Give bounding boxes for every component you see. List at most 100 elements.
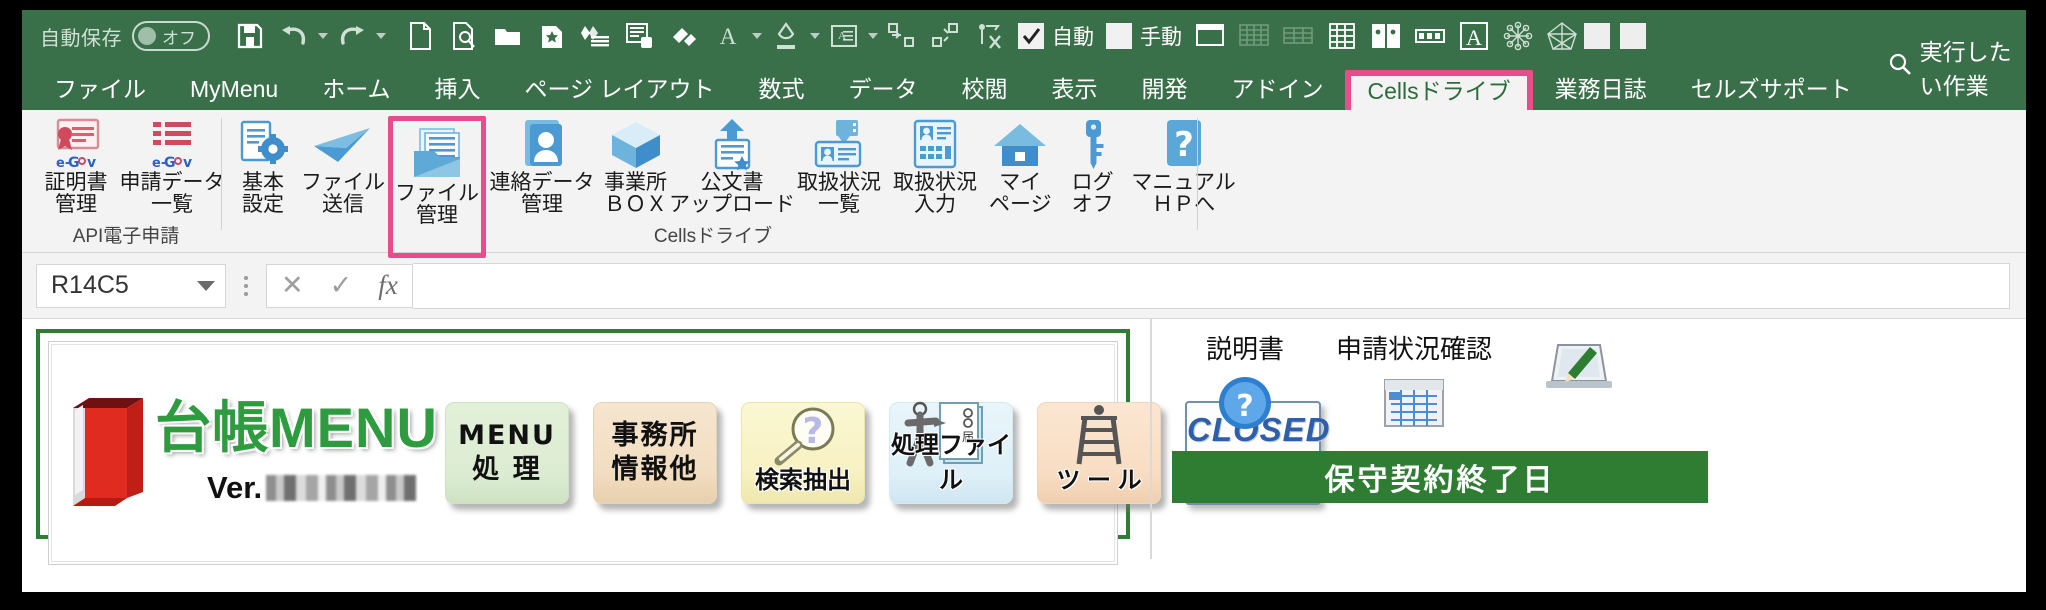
- font-color-dropdown-icon[interactable]: [750, 16, 764, 56]
- ribbon-body: e- G v 証明書 管理 e- G v 申請データ 一覧 API電子申請 基本…: [22, 110, 2026, 258]
- redo-dropdown-icon[interactable]: [374, 16, 388, 56]
- formula-bar-handle[interactable]: [226, 275, 266, 296]
- ribbon-button-label-line1: ログ: [1071, 171, 1114, 194]
- table-light-icon[interactable]: [1276, 16, 1320, 56]
- calculation-manual-option[interactable]: 手動: [1106, 21, 1182, 51]
- home-icon: [991, 118, 1049, 172]
- undo-icon[interactable]: [272, 16, 316, 56]
- sort-filter-icon[interactable]: [968, 16, 1012, 56]
- window-frame-bottom: [0, 592, 2046, 610]
- menu-button-search-extract[interactable]: ? 検索抽出: [741, 402, 865, 504]
- ribbon-button-basic-settings[interactable]: 基本 設定: [228, 116, 298, 216]
- check-icon[interactable]: ✓: [330, 272, 353, 299]
- fill-color-icon[interactable]: [764, 16, 808, 56]
- tab-home[interactable]: ホーム: [300, 72, 412, 110]
- name-box[interactable]: R14C5: [36, 263, 226, 308]
- ribbon-button-status-input[interactable]: 取扱状況 入力: [887, 116, 983, 216]
- status-input-icon: [906, 118, 964, 172]
- tab-developer[interactable]: 開発: [1119, 72, 1209, 110]
- ribbon-button-file-send[interactable]: ファイル 送信: [298, 116, 388, 216]
- svg-text:?: ?: [803, 411, 824, 452]
- tab-cells-drive[interactable]: Cellsドライブ: [1345, 70, 1533, 111]
- ribbon-button-label-line1: 申請データ: [119, 171, 225, 194]
- autosave-toggle[interactable]: オフ: [132, 21, 210, 51]
- calc-auto-label: 自動: [1052, 26, 1094, 49]
- ribbon-button-status-list[interactable]: 取扱状況 一覧: [791, 116, 887, 216]
- blue-question-icon[interactable]: ?: [1216, 374, 1274, 437]
- calc-manual-label: 手動: [1140, 26, 1182, 49]
- format-painter-icon[interactable]: [662, 16, 706, 56]
- calendar-icon[interactable]: [1381, 374, 1447, 437]
- tab-cells-support[interactable]: セルズサポート: [1669, 72, 1874, 110]
- pentagon-web-icon[interactable]: [1540, 16, 1584, 56]
- laptop-pen-item[interactable]: [1544, 329, 1616, 437]
- tab-gyomu-nisshi[interactable]: 業務日誌: [1533, 72, 1669, 110]
- open-folder-icon[interactable]: [486, 16, 530, 56]
- laptop-pen-icon[interactable]: [1544, 337, 1616, 400]
- group-separator: [221, 118, 222, 230]
- text-box-dropdown-icon[interactable]: [866, 16, 880, 56]
- menu-button-office-info[interactable]: 事務所 情報他: [593, 402, 717, 504]
- print-preview-icon[interactable]: [442, 16, 486, 56]
- fill-color-sheet-icon[interactable]: [574, 16, 618, 56]
- favorite-file-icon[interactable]: [530, 16, 574, 56]
- undo-dropdown-icon[interactable]: [316, 16, 330, 56]
- tab-page-layout[interactable]: ページ レイアウト: [503, 72, 737, 110]
- ribbon-button-certificate-management[interactable]: e- G v 証明書 管理: [30, 116, 122, 216]
- help-doc-item[interactable]: 説明書 ?: [1206, 329, 1284, 437]
- menu-button-tool[interactable]: ツ ー ル: [1037, 402, 1161, 504]
- close-icon[interactable]: ✕: [281, 272, 304, 299]
- tab-review[interactable]: 校閲: [939, 72, 1029, 110]
- ribbon-button-logoff[interactable]: ログ オフ: [1058, 116, 1128, 216]
- menu-button-label: 事務所 情報他: [611, 420, 699, 485]
- form-icon[interactable]: [618, 16, 662, 56]
- ribbon-button-official-document-upload[interactable]: 公文書 アップロード: [669, 116, 795, 216]
- svg-text:?: ?: [1236, 389, 1253, 424]
- ribbon-button-contact-data-management[interactable]: 連絡データ 管理: [486, 116, 598, 216]
- menu-button-label: 検索抽出: [755, 467, 851, 494]
- tab-mymenu[interactable]: MyMenu: [168, 72, 300, 110]
- tab-insert[interactable]: 挿入: [413, 72, 503, 110]
- menu-button-menu-shori[interactable]: MENU 処 理: [445, 402, 569, 504]
- asterisk-network-icon[interactable]: [1496, 16, 1540, 56]
- tab-view[interactable]: 表示: [1029, 72, 1119, 110]
- ribbon-button-office-box[interactable]: 事業所 ＢＯＸ: [598, 116, 673, 216]
- grid-light-icon[interactable]: [1232, 16, 1276, 56]
- worksheet-area: 台帳MENU Ver. MENU 処 理 事務所 情報他 ? 検索抽出 届 処理…: [22, 319, 2026, 565]
- window-frame-top: [0, 0, 2046, 10]
- font-color-icon[interactable]: A: [706, 16, 750, 56]
- window-icon[interactable]: [1188, 16, 1232, 56]
- ribbon-button-label-line1: 基本: [242, 171, 284, 194]
- ribbon-button-application-data-list[interactable]: e- G v 申請データ 一覧: [119, 116, 225, 216]
- formula-input[interactable]: [412, 262, 2010, 309]
- tab-formulas[interactable]: 数式: [736, 72, 826, 110]
- redo-icon[interactable]: [330, 16, 374, 56]
- color-swatch-2[interactable]: [1620, 23, 1646, 49]
- fx-icon[interactable]: fx: [378, 270, 398, 301]
- autosave-control[interactable]: 自動保存 オフ: [40, 21, 210, 51]
- menu-button-process-file[interactable]: 届 処理ファイル: [889, 401, 1013, 504]
- color-swatch-1[interactable]: [1584, 23, 1610, 49]
- ribbon-group-cells-drive: 基本 設定 ファイル 送信 ファイル 管理 連絡データ 管理 事業所 ＢＯＸ 公…: [228, 110, 1236, 258]
- table-icon[interactable]: [1320, 16, 1364, 56]
- chevron-down-icon[interactable]: [197, 280, 215, 291]
- save-icon[interactable]: [228, 16, 272, 56]
- ribbon-button-my-page[interactable]: マイ ページ: [983, 116, 1058, 216]
- fill-color-dropdown-icon[interactable]: [808, 16, 822, 56]
- tab-data[interactable]: データ: [826, 72, 939, 110]
- tab-addin[interactable]: アドイン: [1209, 72, 1345, 110]
- text-box-icon[interactable]: A: [822, 16, 866, 56]
- calculation-auto-option[interactable]: 自動: [1018, 21, 1094, 51]
- tab-file[interactable]: ファイル: [32, 72, 168, 110]
- svg-text:v: v: [87, 155, 96, 171]
- ribbon-button-manual-homepage[interactable]: ? マニュアル ＨＰへ: [1128, 116, 1240, 216]
- merge-cells-icon[interactable]: [880, 16, 924, 56]
- book-pages-icon[interactable]: [1364, 16, 1408, 56]
- application-status-item[interactable]: 申請状況確認: [1336, 329, 1492, 437]
- tell-me-box[interactable]: 実行したい作業: [1874, 27, 2026, 110]
- new-file-icon[interactable]: [398, 16, 442, 56]
- boxed-a-icon[interactable]: A: [1452, 16, 1496, 56]
- unmerge-cells-icon[interactable]: [924, 16, 968, 56]
- maintenance-contract-label: 保守契約終了日: [1324, 464, 1556, 497]
- cells-strip-icon[interactable]: [1408, 16, 1452, 56]
